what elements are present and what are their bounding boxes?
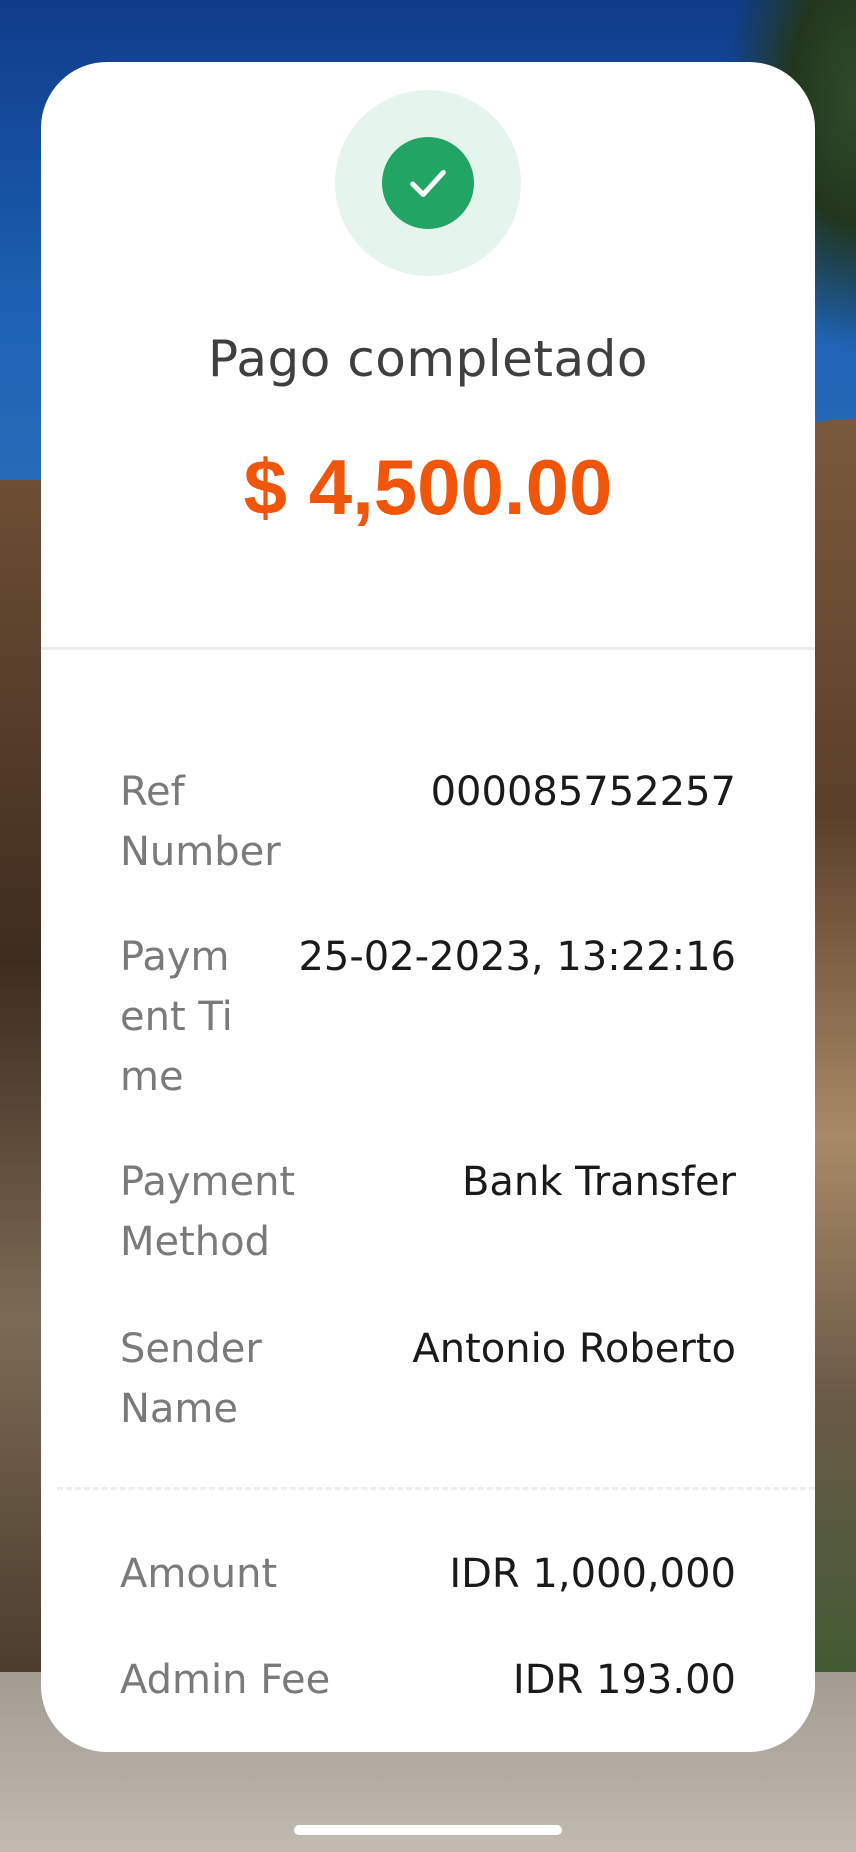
detail-label: Payment Time [120, 934, 233, 1100]
detail-label: Sender Name [120, 1326, 262, 1432]
detail-label: Ref Number [120, 769, 281, 875]
summary-label: Admin Fee [120, 1657, 331, 1703]
payment-amount: $ 4,500.00 [243, 443, 613, 531]
status-title: Pago completado [207, 330, 649, 388]
summary-row-admin-fee: Admin Fee IDR 193.00 [120, 1650, 736, 1710]
summary-value: IDR 193.00 [512, 1657, 736, 1703]
detail-value: Bank Transfer [461, 1159, 736, 1205]
detail-row-sender-name: Sender Name Antonio Roberto [120, 1319, 736, 1439]
detail-row-payment-method: Payment Method Bank Transfer [120, 1152, 736, 1272]
detail-value: 000085752257 [430, 769, 736, 815]
detail-value: Antonio Roberto [412, 1326, 736, 1372]
receipt-card: Pago completado $ 4,500.00 Ref Number 00… [41, 62, 815, 1752]
summary-value: IDR 1,000,000 [449, 1551, 736, 1597]
detail-label: Payment Method [120, 1159, 296, 1265]
summary-label: Amount [120, 1551, 278, 1597]
detail-row-payment-time: Payment Time 25-02-2023, 13:22:16 [120, 927, 736, 1107]
payment-receipt-screen: Pago completado $ 4,500.00 Ref Number 00… [0, 0, 856, 1852]
home-indicator[interactable] [294, 1825, 562, 1835]
detail-value: 25-02-2023, 13:22:16 [298, 934, 736, 980]
success-badge [335, 90, 521, 276]
summary-row-amount: Amount IDR 1,000,000 [120, 1544, 736, 1604]
section-divider [41, 647, 815, 650]
detail-row-ref-number: Ref Number 000085752257 [120, 762, 736, 882]
check-icon [382, 137, 474, 229]
dashed-divider [57, 1487, 815, 1490]
